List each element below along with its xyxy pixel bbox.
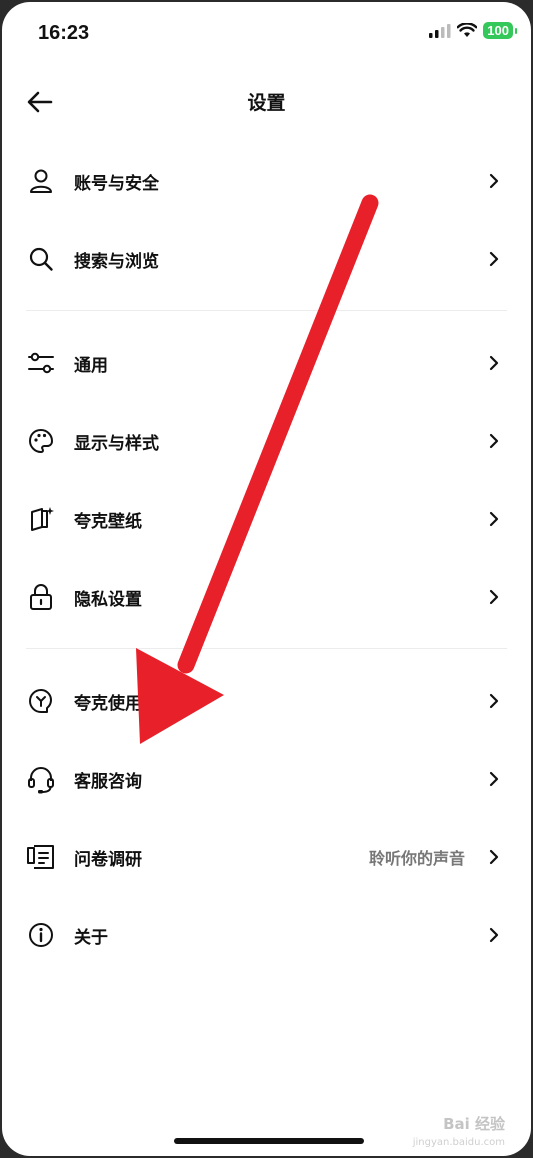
settings-item-label: 夸克使用	[74, 693, 142, 714]
settings-item-wallpaper[interactable]: 夸克壁纸	[2, 480, 531, 558]
settings-item-label: 夸克壁纸	[74, 511, 142, 532]
chevron-right-icon	[489, 927, 499, 943]
section-divider	[2, 298, 531, 324]
chevron-right-icon	[489, 511, 499, 527]
battery-indicator: 100	[483, 22, 517, 39]
info-icon	[26, 920, 56, 950]
user-icon	[26, 166, 56, 196]
chevron-right-icon	[489, 771, 499, 787]
wifi-icon	[457, 23, 478, 37]
search-icon	[26, 244, 56, 274]
chevron-right-icon	[489, 693, 499, 709]
chevron-right-icon	[489, 849, 499, 865]
watermark-logo: Bai 经验	[443, 1115, 505, 1133]
phone-screen: 16:23 100 设置 账号与安全 搜索与浏览 通用 显示与样式 夸克壁纸 隐…	[2, 2, 531, 1156]
survey-icon	[26, 842, 56, 872]
settings-item-privacy[interactable]: 隐私设置	[2, 558, 531, 636]
chevron-right-icon	[489, 589, 499, 605]
watermark-url: jingyan.baidu.com	[412, 1137, 505, 1148]
settings-item-about[interactable]: 关于	[2, 896, 531, 974]
settings-item-hint: 聆听你的声音	[368, 849, 465, 868]
page-title: 设置	[247, 92, 286, 114]
status-icons: 100	[429, 22, 517, 39]
settings-item-label: 通用	[74, 355, 108, 376]
settings-item-label: 关于	[74, 927, 108, 948]
palette-icon	[26, 426, 56, 456]
chevron-right-icon	[489, 173, 499, 189]
sliders-icon	[26, 348, 56, 378]
settings-item-general[interactable]: 通用	[2, 324, 531, 402]
settings-item-label: 搜索与浏览	[74, 251, 159, 272]
status-bar: 16:23 100	[2, 2, 531, 66]
wallpaper-icon	[26, 504, 56, 534]
settings-item-label: 问卷调研	[74, 849, 142, 870]
lock-icon	[26, 582, 56, 612]
settings-item-account-security[interactable]: 账号与安全	[2, 142, 531, 220]
section-divider	[2, 636, 531, 662]
chevron-right-icon	[489, 433, 499, 449]
settings-item-survey[interactable]: 问卷调研 聆听你的声音	[2, 818, 531, 896]
nav-bar: 设置	[2, 72, 531, 132]
lightbulb-icon	[26, 686, 56, 716]
settings-item-customer-service[interactable]: 客服咨询	[2, 740, 531, 818]
chevron-right-icon	[489, 251, 499, 267]
settings-item-display-style[interactable]: 显示与样式	[2, 402, 531, 480]
settings-item-label: 隐私设置	[74, 589, 142, 610]
settings-item-label: 显示与样式	[74, 433, 159, 454]
chevron-right-icon	[489, 355, 499, 371]
cellular-signal-icon	[429, 23, 451, 38]
settings-item-search-browse[interactable]: 搜索与浏览	[2, 220, 531, 298]
home-indicator	[174, 1138, 364, 1144]
settings-item-label: 账号与安全	[74, 173, 159, 194]
settings-item-usage-tips[interactable]: 夸克使用	[2, 662, 531, 740]
settings-item-label: 客服咨询	[74, 771, 142, 792]
status-time: 16:23	[38, 22, 90, 44]
headset-icon	[26, 764, 56, 794]
settings-list: 账号与安全 搜索与浏览 通用 显示与样式 夸克壁纸 隐私设置 夸克使用 客服咨询…	[2, 142, 531, 974]
